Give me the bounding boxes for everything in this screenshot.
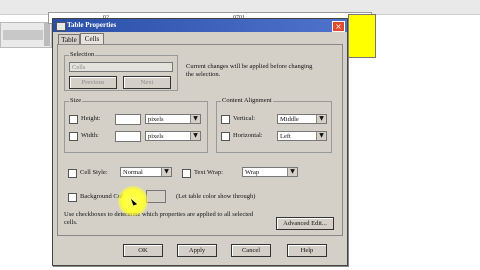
cancel-label: Cancel [241,247,261,254]
help-text: Use checkboxes to determine which proper… [64,211,254,226]
selection-group: Selection Cells Previous Next [64,51,178,91]
height-units-value: pixels [148,116,164,123]
apply-label: Apply [188,247,206,254]
help-button[interactable]: Help [287,244,327,257]
text-wrap-select[interactable]: Wrap ▼ [242,167,298,177]
side-panel-strip [3,30,43,40]
vertical-checkbox[interactable] [221,115,230,124]
advanced-edit-button[interactable]: Advanced Edit... [276,217,334,230]
chevron-down-icon: ▼ [190,132,200,140]
background-color-note: (Let table color show through) [176,193,256,200]
highlighted-table-cell[interactable] [348,14,376,58]
cell-style-value: Normal [123,169,143,176]
chevron-down-icon: ▼ [316,115,326,123]
ok-label: OK [138,247,148,254]
height-input[interactable] [115,114,141,125]
cell-style-checkbox[interactable] [68,169,77,178]
size-group-label: Size [69,97,83,105]
ok-button[interactable]: OK [123,244,163,257]
vertical-align-value: Middle [280,116,299,123]
background-color-swatch-button[interactable] [146,190,166,203]
chevron-down-icon: ▼ [316,132,326,140]
table-properties-dialog: Table Properties × Table Cells Selection… [52,18,348,266]
horizontal-label: Horizontal: [233,132,263,139]
height-label: Height: [81,115,101,122]
height-units-select[interactable]: pixels ▼ [145,114,201,124]
dialog-icon [56,22,66,31]
dialog-title: Table Properties [67,21,117,29]
close-button[interactable]: × [332,21,345,32]
cell-style-select[interactable]: Normal ▼ [120,167,172,177]
previous-button[interactable]: Previous [69,76,117,89]
next-button[interactable]: Next [123,76,171,89]
text-wrap-label: Text Wrap: [194,169,223,176]
cancel-button[interactable]: Cancel [231,244,271,257]
width-input[interactable] [115,131,141,142]
previous-label: Previous [81,79,105,86]
cell-style-label: Cell Style: [80,169,108,176]
horizontal-checkbox[interactable] [221,132,230,141]
title-bar[interactable]: Table Properties × [53,19,347,32]
selection-group-label: Selection [69,51,96,59]
help-label: Help [300,247,314,254]
content-alignment-group-label: Content Alignment [221,97,273,105]
horizontal-align-select[interactable]: Left ▼ [277,131,327,141]
cells-tab-panel: Selection Cells Previous Next Current ch… [57,44,343,236]
chevron-down-icon: ▼ [190,115,200,123]
content-alignment-group: Content Alignment Vertical: Middle ▼ Hor… [216,97,332,153]
selection-dropdown-value: Cells [72,64,86,71]
side-panel-scrollbar[interactable] [44,22,50,46]
size-group: Size Height: pixels ▼ Width: pixels ▼ [64,97,208,153]
apply-button[interactable]: Apply [177,244,217,257]
text-wrap-checkbox[interactable] [182,169,191,178]
height-checkbox[interactable] [69,115,78,124]
chevron-down-icon: ▼ [161,168,171,176]
horizontal-align-value: Left [280,133,291,140]
advanced-edit-label: Advanced Edit... [283,220,327,227]
background-color-checkbox[interactable] [68,193,77,202]
next-label: Next [140,79,154,86]
text-wrap-value: Wrap [245,169,260,176]
width-checkbox[interactable] [69,132,78,141]
width-units-select[interactable]: pixels ▼ [145,131,201,141]
selection-dropdown[interactable]: Cells [69,62,173,72]
vertical-label: Vertical: [233,115,256,122]
width-units-value: pixels [148,133,164,140]
width-label: Width: [81,132,99,139]
selection-note: Current changes will be applied before c… [186,63,313,78]
vertical-align-select[interactable]: Middle ▼ [277,114,327,124]
chevron-down-icon: ▼ [287,168,297,176]
